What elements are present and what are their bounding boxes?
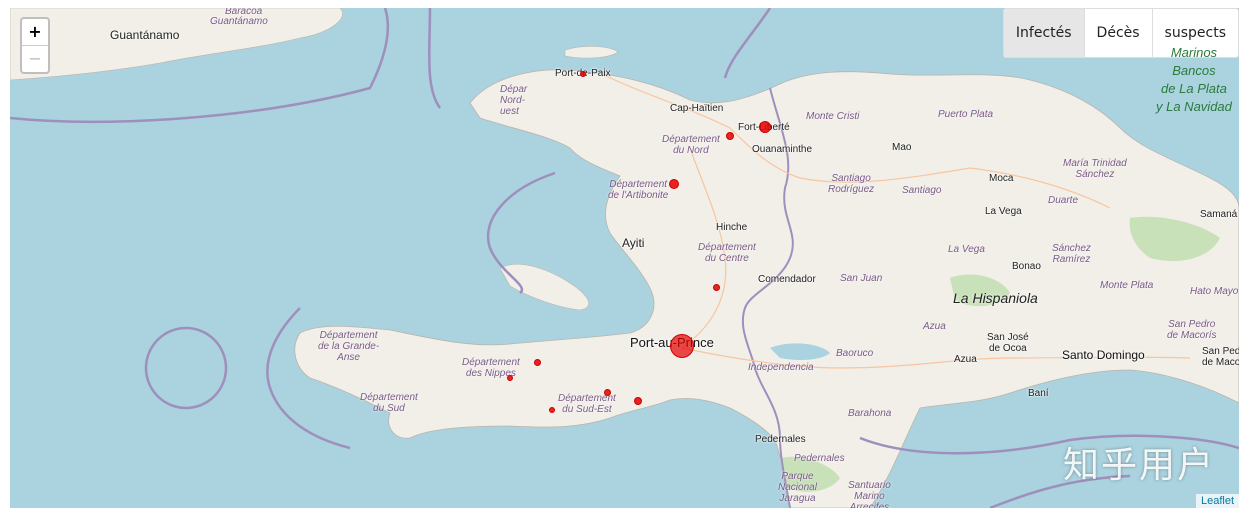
region-label: Département du Nord <box>662 134 720 156</box>
region-label: Santuario Marino Arrecifes <box>848 480 891 508</box>
region-label: Sánchez Ramírez <box>1052 243 1091 265</box>
case-marker[interactable] <box>726 132 734 140</box>
region-label: Département de la Grande- Anse <box>318 330 380 363</box>
region-label: Azua <box>923 321 946 332</box>
zoom-out-button[interactable]: − <box>22 45 48 72</box>
region-label: Monte Plata <box>1100 280 1154 291</box>
region-label: Santiago <box>902 185 942 196</box>
city-label: San Ped de Maco <box>1202 346 1239 368</box>
case-marker[interactable] <box>549 407 555 413</box>
map-view[interactable]: + − Infectés Décès suspects Guantánamo B… <box>10 8 1239 508</box>
layer-deaths-button[interactable]: Décès <box>1083 9 1152 57</box>
zoom-in-button[interactable]: + <box>22 19 48 45</box>
region-label: Puerto Plata <box>938 109 994 120</box>
region-label: Independencia <box>748 362 814 373</box>
city-label: Samaná <box>1200 209 1238 220</box>
case-marker[interactable] <box>713 284 720 291</box>
region-label: Pedernales <box>794 453 845 464</box>
city-label: La Vega <box>985 206 1022 217</box>
city-label-capital: Santo Domingo <box>1062 348 1145 362</box>
city-label: Baní <box>1028 388 1049 399</box>
region-label: Dépar Nord- uest <box>500 84 528 117</box>
region-label: San Juan <box>840 273 883 284</box>
city-label: Mao <box>892 142 912 153</box>
city-label: Azua <box>954 354 977 365</box>
city-label: Pedernales <box>755 434 806 445</box>
city-label: Bonao <box>1012 261 1041 272</box>
region-label: Baoruco <box>836 348 874 359</box>
region-label: María Trinidad Sánchez <box>1063 158 1127 180</box>
sea-label: Marinos Bancos de La Plata y La Navidad <box>1156 45 1232 114</box>
region-label: La Vega <box>948 244 985 255</box>
region-label: Barahona <box>848 408 892 419</box>
region-label: Département de l'Artibonite <box>608 179 669 201</box>
city-label: Hinche <box>716 222 748 233</box>
case-marker[interactable] <box>669 179 679 189</box>
region-label: San Pedro de Macorís <box>1167 319 1217 341</box>
case-marker[interactable] <box>759 121 771 133</box>
region-label: Département du Sud <box>360 392 418 414</box>
region-label: Département du Sud-Est <box>558 393 616 415</box>
island-label: La Hispaniola <box>953 290 1038 306</box>
region-label: Santiago Rodríguez <box>828 173 875 195</box>
case-marker[interactable] <box>534 359 541 366</box>
watermark: 知乎用户 <box>1062 445 1215 486</box>
case-marker[interactable] <box>507 375 513 381</box>
city-label: Guantánamo <box>110 28 180 42</box>
region-label: Monte Cristi <box>806 111 860 122</box>
case-marker[interactable] <box>580 71 586 77</box>
region-label: Guantánamo <box>210 16 268 27</box>
city-label: Moca <box>989 173 1014 184</box>
layer-infected-button[interactable]: Infectés <box>1003 9 1084 57</box>
city-label: San José de Ocoa <box>987 332 1029 354</box>
attribution-link[interactable]: Leaflet <box>1195 494 1239 508</box>
zoom-control: + − <box>20 17 50 74</box>
city-label: Cap-Haïtien <box>670 103 724 114</box>
region-label: Parque Nacional Jaragua <box>778 471 817 504</box>
region-label: Duarte <box>1048 195 1079 206</box>
case-marker[interactable] <box>634 397 642 405</box>
city-label: Ayiti <box>622 236 645 250</box>
case-marker-large[interactable] <box>670 334 694 358</box>
region-label: Département du Centre <box>698 242 756 264</box>
city-label: Ouanaminthe <box>752 144 813 155</box>
city-label: Comendador <box>758 274 816 285</box>
case-marker[interactable] <box>604 389 611 396</box>
region-label: Hato Mayo <box>1190 286 1239 297</box>
